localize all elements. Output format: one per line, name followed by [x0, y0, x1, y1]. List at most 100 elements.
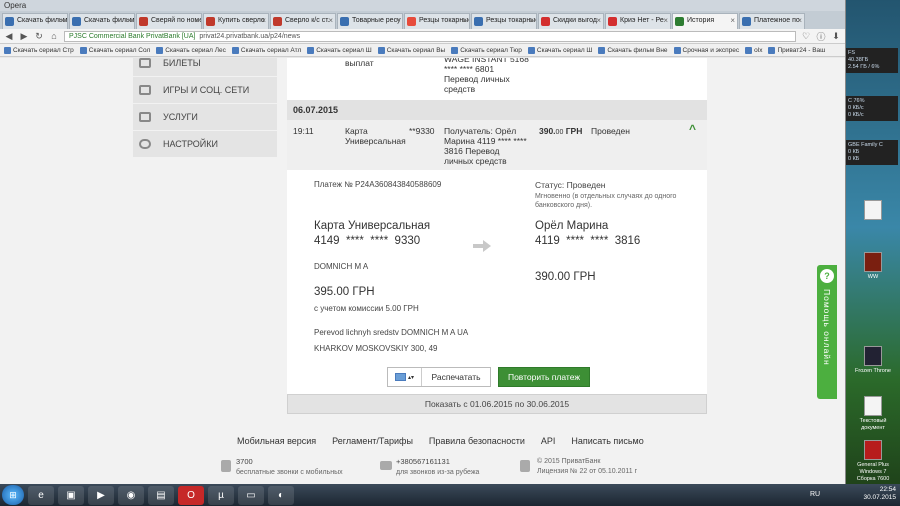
bookmark-item[interactable]: Скачать сериал Ш	[307, 46, 372, 54]
format-select[interactable]: ▴▾	[388, 368, 422, 386]
clock[interactable]: 22:54 30.07.2015	[863, 486, 896, 502]
bookmark-item[interactable]: Срочная и экспрес	[673, 46, 739, 54]
close-icon[interactable]: ×	[261, 14, 266, 28]
favicon-icon	[474, 17, 483, 26]
browser-tab[interactable]: Скачать фильм ×	[2, 13, 68, 29]
print-button[interactable]: ▴▾ Распечатать	[387, 367, 491, 387]
bookmark-item[interactable]: Скачать фильм Вне	[598, 46, 668, 54]
explorer-icon[interactable]: ▣	[58, 485, 84, 505]
desktop-icon-text-doc[interactable]: Текстовый документ	[853, 396, 893, 432]
start-button[interactable]: ⊞	[2, 485, 24, 505]
bookmark-label: Скачать сериал Ш	[316, 46, 372, 54]
close-icon[interactable]: ×	[529, 14, 534, 28]
desktop-icon-ww[interactable]: WW	[853, 252, 893, 281]
footer-link[interactable]: API	[541, 436, 556, 446]
reload-icon[interactable]: ↻	[34, 31, 44, 42]
menu-label: БИЛЕТЫ	[163, 58, 201, 68]
to-amount: 390.00 ГРН	[535, 271, 596, 283]
favicon-icon	[541, 17, 550, 26]
browser-tab[interactable]: Резцы токарные ×	[404, 13, 470, 29]
clock-time: 22:54	[879, 486, 896, 493]
footer-link[interactable]: Правила безопасности	[429, 436, 525, 446]
bookmark-item[interactable]: Скачать сериал Лес	[156, 46, 226, 54]
bookmark-item[interactable]: Скачать сериал Атл	[231, 46, 301, 54]
desktop-icon-windows-build[interactable]: General Plus Windows 7 Сборка 7600	[853, 440, 893, 483]
chevron-up-icon[interactable]: ^	[689, 122, 696, 136]
transaction-row[interactable]: 19:11 Карта Универсальная **9330 Получат…	[287, 120, 707, 170]
game-icon	[864, 252, 882, 272]
icon-label: Frozen Throne	[855, 368, 891, 374]
torrent-icon[interactable]: µ	[208, 485, 234, 505]
show-range-button[interactable]: Показать с 01.06.2015 по 30.06.2015	[287, 394, 707, 414]
window-icon[interactable]: ▭	[238, 485, 264, 505]
browser-tab[interactable]: Скидки выгод ×	[538, 13, 604, 29]
favicon-icon	[608, 17, 617, 26]
language-indicator[interactable]: RU	[810, 491, 820, 498]
close-icon[interactable]: ×	[596, 14, 601, 28]
browser-tab[interactable]: Товарные ресу ×	[337, 13, 403, 29]
tx-time: 19:11	[293, 126, 314, 136]
bookmark-item[interactable]: Скачать сериал Вы	[377, 46, 445, 54]
url-text: privat24.privatbank.ua/p24/news	[199, 32, 301, 40]
menu-item-games[interactable]: ИГРЫ И СОЦ. СЕТИ	[133, 77, 277, 103]
browser-tab[interactable]: Платежное по ×	[739, 13, 805, 29]
close-icon[interactable]: ×	[462, 14, 467, 28]
close-icon[interactable]: ×	[663, 14, 668, 28]
bookmark-item[interactable]: Скачать сериал Ш	[527, 46, 592, 54]
gear-icon	[139, 139, 151, 149]
bookmark-item[interactable]: Приват24 - Ваш	[768, 46, 825, 54]
bookmark-item[interactable]: Скачать сериал Стр	[4, 46, 74, 54]
media-icon[interactable]: ▶	[88, 485, 114, 505]
browser-tab[interactable]: Резцы токарные ×	[471, 13, 537, 29]
footer-link[interactable]: Мобильная версия	[237, 436, 316, 446]
info-icon[interactable]: ⓘ	[816, 30, 826, 43]
tx-card: Карта Универсальная	[345, 126, 406, 146]
download-icon[interactable]: ⬇	[831, 31, 841, 42]
url-field[interactable]: PJSC Commercial Bank PrivatBank [UA] pri…	[64, 30, 796, 42]
footer-link[interactable]: Написать письмо	[571, 436, 643, 446]
bookmark-item[interactable]: Скачать сериал Тюр	[451, 46, 522, 54]
back-icon[interactable]: ◀	[4, 31, 14, 42]
browser-tab[interactable]: Купить сверло ×	[203, 13, 269, 29]
close-icon[interactable]: ×	[730, 14, 735, 28]
footer-link[interactable]: Регламент/Тарифы	[332, 436, 413, 446]
heart-icon[interactable]: ♡	[801, 31, 811, 42]
bookmark-label: Скачать сериал Стр	[13, 46, 74, 54]
browser-tab[interactable]: Сверло к/с ст. ×	[270, 13, 336, 29]
bookmark-label: Скачать сериал Сол	[88, 46, 151, 54]
menu-item-services[interactable]: УСЛУГИ	[133, 104, 277, 130]
favicon-icon	[340, 17, 349, 26]
left-menu: БИЛЕТЫ ИГРЫ И СОЦ. СЕТИ УСЛУГИ НАСТРОЙКИ	[133, 58, 277, 158]
menu-label: НАСТРОЙКИ	[163, 139, 218, 149]
close-icon[interactable]: ×	[797, 14, 802, 28]
bookmark-item[interactable]: Скачать сериал Сол	[79, 46, 151, 54]
bookmark-item[interactable]: olx	[745, 46, 762, 54]
transaction-detail: Платеж № P24A360843840588609 Статус: Про…	[287, 170, 707, 396]
opera-icon[interactable]: O	[178, 485, 204, 505]
ie-icon[interactable]: e	[28, 485, 54, 505]
close-icon[interactable]: ×	[127, 14, 132, 28]
license: Лицензия № 22 от 05.10.2011 г	[537, 468, 638, 475]
browser-tab[interactable]: История ×	[672, 13, 738, 29]
menu-item-tickets[interactable]: БИЛЕТЫ	[133, 58, 277, 76]
close-icon[interactable]: ×	[328, 14, 333, 28]
close-icon[interactable]: ×	[60, 14, 65, 28]
menu-item-settings[interactable]: НАСТРОЙКИ	[133, 131, 277, 157]
desktop-icon-document[interactable]	[853, 200, 893, 222]
browser-tab[interactable]: Сверяй по номеру×	[136, 13, 202, 29]
phone-long: +380567161131	[396, 457, 450, 466]
folder-icon[interactable]: ▤	[148, 485, 174, 505]
prev-type: выплат	[345, 58, 374, 68]
forward-icon[interactable]: ▶	[19, 31, 29, 42]
home-icon[interactable]: ⌂	[49, 31, 59, 41]
browser-tab[interactable]: Скачать фильм ×	[69, 13, 135, 29]
close-icon[interactable]: ×	[395, 14, 400, 28]
repeat-payment-button[interactable]: Повторить платеж	[498, 367, 590, 387]
app-icon[interactable]: ◐	[268, 485, 294, 505]
desktop-icon-frozen-throne[interactable]: Frozen Throne	[853, 346, 893, 375]
browser-tab[interactable]: Криэ Нет - Ре ×	[605, 13, 671, 29]
help-online-tab[interactable]: ? Помощь онлайн	[817, 265, 837, 399]
close-icon[interactable]: ×	[194, 14, 199, 28]
chrome-icon[interactable]: ◉	[118, 485, 144, 505]
commission: с учетом комиссии 5.00 ГРН	[314, 304, 419, 313]
